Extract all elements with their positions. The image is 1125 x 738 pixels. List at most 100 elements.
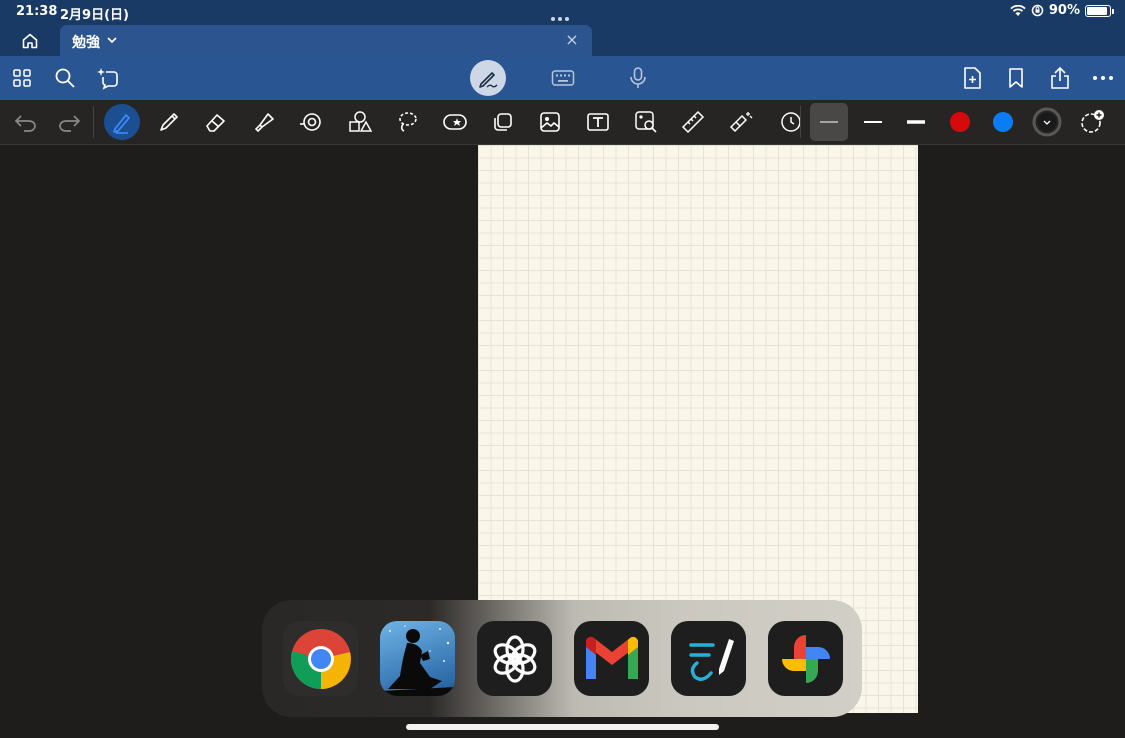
ruler-icon [681,110,705,134]
orientation-lock-icon [1031,4,1044,17]
google-photos-icon [781,634,830,683]
handwriting-app-icon [688,638,734,681]
pencil-tool[interactable] [151,105,187,139]
tool-strip [0,100,1125,145]
ios-dock [262,600,862,717]
freeform-app[interactable] [671,621,746,696]
highlighter-tool[interactable] [246,105,282,139]
multitask-dots[interactable] [551,10,573,21]
stroke-thick[interactable] [898,105,934,139]
add-page-button[interactable] [956,62,988,94]
header: 21:38 2月9日(日) 90% 勉強 × [0,0,1125,100]
status-date: 2月9日(日) [60,8,129,23]
image-icon [540,112,560,132]
timer-tool[interactable] [771,105,807,139]
elements-icon [494,113,512,131]
color-red[interactable] [950,112,970,132]
timer-icon [781,112,800,132]
add-color-button[interactable] [1074,105,1110,139]
grid-view-button[interactable] [6,62,38,94]
color-black-selected[interactable] [1029,105,1065,139]
text-box-icon [587,113,609,131]
tab-close-button[interactable]: × [564,30,580,50]
tape-icon [300,113,321,131]
google-photos-app[interactable] [768,621,843,696]
image-search-tool[interactable] [628,105,664,139]
share-button[interactable] [1044,62,1076,94]
home-button[interactable] [14,28,46,54]
pen-tool[interactable] [104,104,140,140]
main-toolbar [0,56,1125,100]
bookmark-icon [1009,68,1023,88]
eraser-tool[interactable] [198,105,234,139]
battery-fill [1087,6,1107,15]
stroke-medium-icon [864,121,882,123]
gmail-app[interactable] [574,621,649,696]
chatgpt-icon [493,634,536,683]
pen-mode-button[interactable] [470,60,506,96]
kindle-reader-icon [380,625,455,696]
chrome-icon [290,628,351,689]
pencil-icon [160,113,178,131]
redo-button[interactable] [51,105,87,139]
search-button[interactable] [49,62,81,94]
tab-bar: 勉強 × [0,24,1125,56]
status-right: 90% [1010,3,1114,18]
battery-icon [1085,4,1114,17]
chrome-app[interactable] [283,621,358,696]
color-picker-selected-icon [1032,107,1062,137]
pen-mode-icon [479,72,498,88]
sticker-tool[interactable] [437,105,473,139]
toolbar-divider [800,106,801,138]
keyboard-mode-button[interactable] [547,62,579,94]
sparkle-lasso-icon [97,68,118,90]
wifi-icon [1010,4,1026,16]
home-icon [22,33,38,49]
highlighter-icon [255,113,274,132]
eraser-icon [206,114,225,132]
lasso-tool[interactable] [389,105,425,139]
undo-icon [14,115,36,132]
battery-percent: 90% [1048,3,1080,18]
chatgpt-app[interactable] [477,621,552,696]
goodnotes-app: 21:38 2月9日(日) 90% 勉強 × [0,0,1125,738]
laser-pointer-icon [729,112,753,133]
kindle-app[interactable] [380,621,455,696]
keyboard-icon [551,70,575,86]
shapes-icon [349,111,373,132]
tab-title: 勉強 [72,35,100,51]
grid-icon [13,69,31,87]
laser-pointer-tool[interactable] [723,105,759,139]
sticker-icon [443,114,467,130]
ai-lasso-button[interactable] [93,62,125,94]
image-search-icon [635,111,657,133]
text-tool[interactable] [580,105,616,139]
share-icon [1051,66,1069,89]
more-icon [1093,76,1113,80]
image-tool[interactable] [532,105,568,139]
stroke-thick-icon [907,120,925,124]
tape-tool[interactable] [294,105,330,139]
add-color-icon [1081,110,1104,133]
ruler-tool[interactable] [675,105,711,139]
color-blue[interactable] [993,112,1013,132]
chevron-down-icon[interactable] [106,32,118,48]
more-button[interactable] [1087,62,1119,94]
add-page-icon [964,67,981,89]
undo-button[interactable] [8,105,44,139]
pen-icon [113,114,130,134]
microphone-icon [630,67,646,88]
status-time: 21:38 [16,4,58,19]
shapes-tool[interactable] [342,105,378,139]
tab-study[interactable]: 勉強 × [60,25,592,56]
elements-tool[interactable] [485,105,521,139]
stroke-thin-icon [820,121,838,123]
toolbar-divider [93,106,94,138]
home-indicator[interactable] [406,724,719,730]
stroke-medium[interactable] [855,105,891,139]
bookmark-button[interactable] [1000,62,1032,94]
stroke-thin[interactable] [810,103,848,141]
audio-record-button[interactable] [622,62,654,94]
search-icon [55,68,75,88]
status-bar: 21:38 2月9日(日) 90% [0,0,1125,24]
